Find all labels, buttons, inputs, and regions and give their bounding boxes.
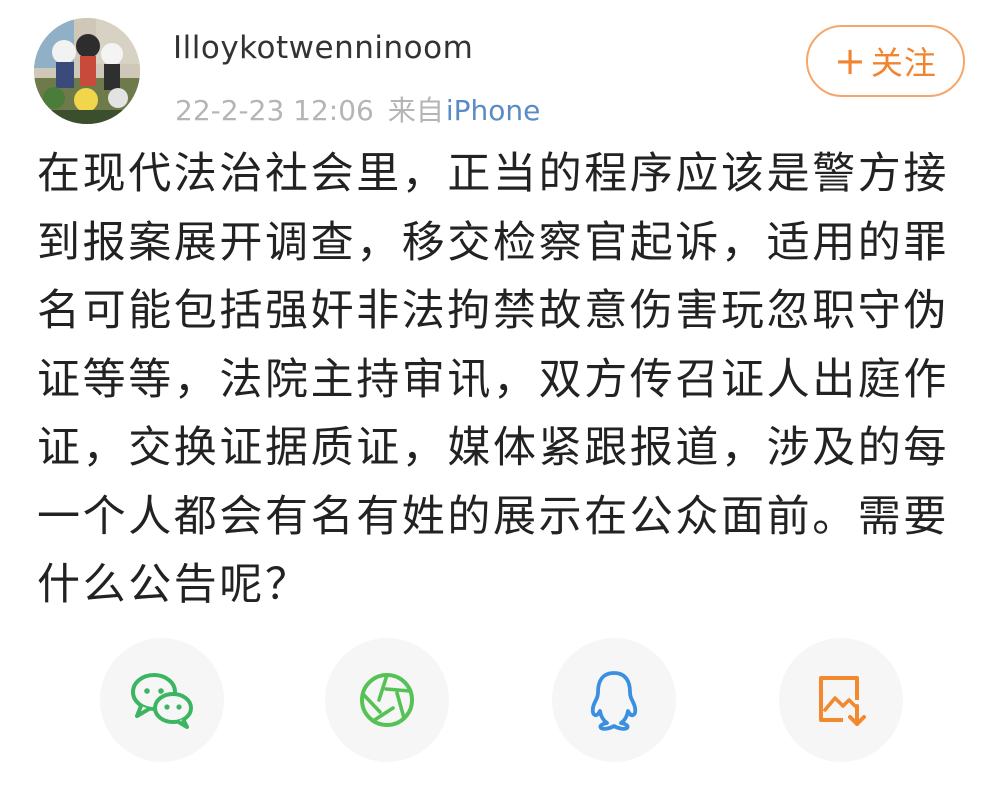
moments-icon: [360, 673, 414, 727]
source-prefix: 来自: [387, 94, 444, 127]
timestamp: 22-2-23 12:06: [175, 94, 374, 127]
post-meta: 22-2-23 12:06 来自iPhone: [175, 89, 540, 129]
weibo-post: Illoykotwenninoom 22-2-23 12:06 来自iPhone …: [0, 0, 1000, 795]
username[interactable]: Illoykotwenninoom: [173, 30, 473, 66]
follow-button[interactable]: + 关注: [806, 25, 965, 97]
share-save-image-button[interactable]: [779, 638, 903, 762]
avatar-image: [34, 18, 140, 124]
source-device-link[interactable]: iPhone: [446, 94, 541, 127]
plus-icon: +: [834, 39, 867, 83]
share-moments-button[interactable]: [325, 638, 449, 762]
avatar[interactable]: [34, 18, 140, 124]
save-image-icon: [819, 676, 866, 726]
wechat-icon: [131, 673, 193, 729]
qq-icon: [590, 671, 638, 731]
follow-label: 关注: [870, 44, 937, 82]
share-qq-button[interactable]: [552, 638, 676, 762]
share-wechat-button[interactable]: [100, 638, 224, 762]
post-body-text: 在现代法治社会里，正当的程序应该是警方接到报案展开调查，移交检察官起诉，适用的罪…: [37, 149, 949, 610]
share-bar: [0, 638, 1000, 762]
